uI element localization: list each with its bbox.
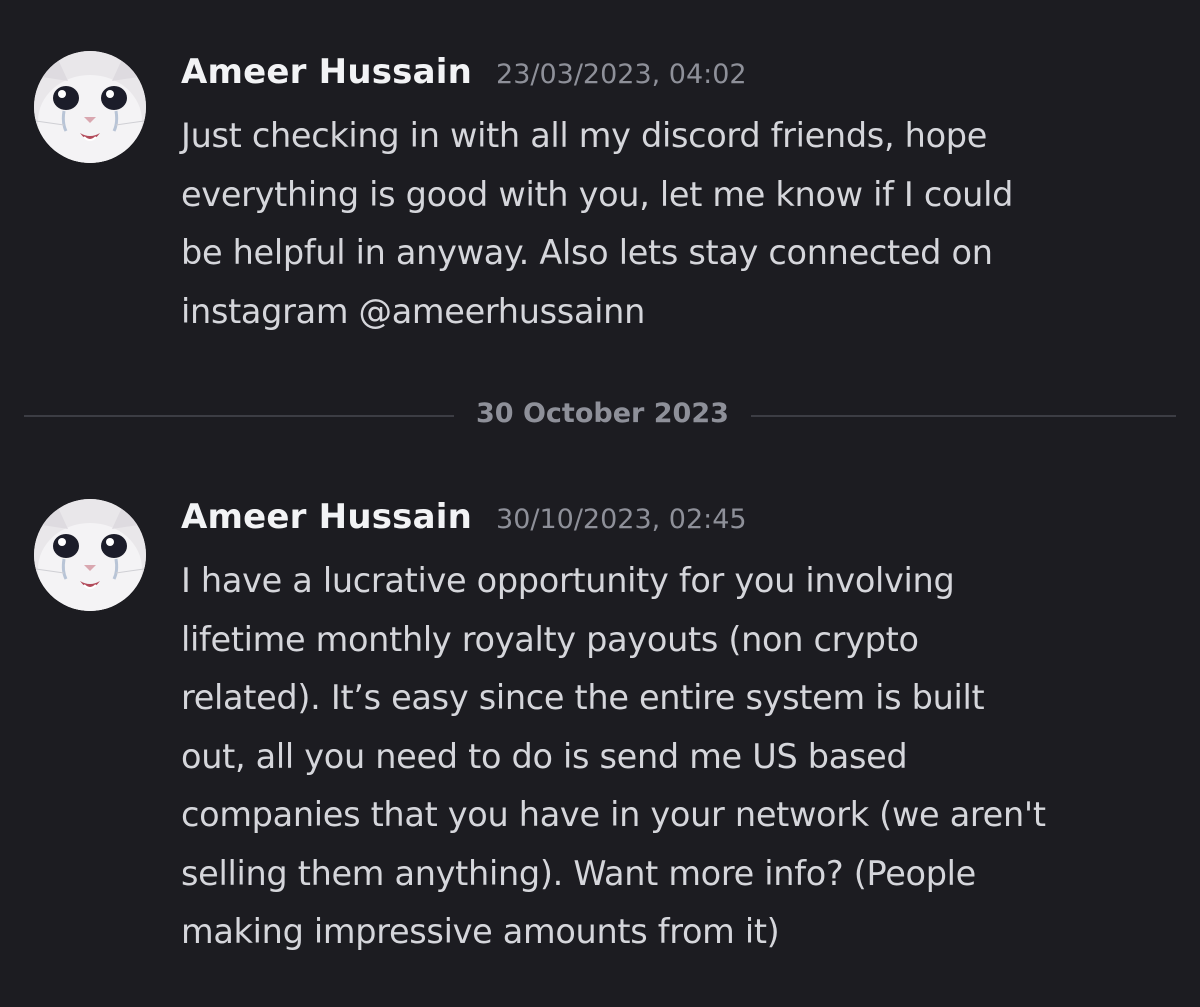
message-timestamp[interactable]: 23/03/2023, 04:02 xyxy=(496,59,747,90)
message-line: making impressive amounts from it) xyxy=(181,912,780,951)
author-name[interactable]: Ameer Hussain xyxy=(181,497,472,537)
divider-rule-left xyxy=(24,415,454,417)
message-line: everything is good with you, let me know… xyxy=(181,174,1014,214)
crying-cat-avatar-icon xyxy=(34,51,146,163)
message-line: instagram @ameerhussainn xyxy=(181,291,646,331)
message-line: selling them anything). Want more info? … xyxy=(181,853,976,893)
message-line: related). It’s easy since the entire sys… xyxy=(181,678,985,717)
author-name[interactable]: Ameer Hussain xyxy=(181,52,472,92)
message-line: out, all you need to do is send me US ba… xyxy=(181,736,908,776)
date-divider: 30 October 2023 xyxy=(24,392,1176,440)
divider-date-label: 30 October 2023 xyxy=(476,398,729,429)
message-line: lifetime monthly royalty payouts (non cr… xyxy=(181,619,919,659)
message-timestamp[interactable]: 30/10/2023, 02:45 xyxy=(496,504,747,535)
avatar[interactable] xyxy=(34,499,146,611)
avatar[interactable] xyxy=(34,51,146,163)
crying-cat-avatar-icon xyxy=(34,499,146,611)
message-line: companies that you have in your network … xyxy=(181,795,1046,834)
message-content: I have a lucrative opportunity for you i… xyxy=(181,552,1181,962)
message-line: Just checking in with all my discord fri… xyxy=(181,116,988,155)
message-content: Just checking in with all my discord fri… xyxy=(181,107,1181,341)
message-header: Ameer Hussain 23/03/2023, 04:02 xyxy=(181,52,747,102)
divider-rule-right xyxy=(751,415,1176,417)
message-line: I have a lucrative opportunity for you i… xyxy=(181,561,955,600)
message-line: be helpful in anyway. Also lets stay con… xyxy=(181,233,993,272)
message-header: Ameer Hussain 30/10/2023, 02:45 xyxy=(181,497,747,547)
